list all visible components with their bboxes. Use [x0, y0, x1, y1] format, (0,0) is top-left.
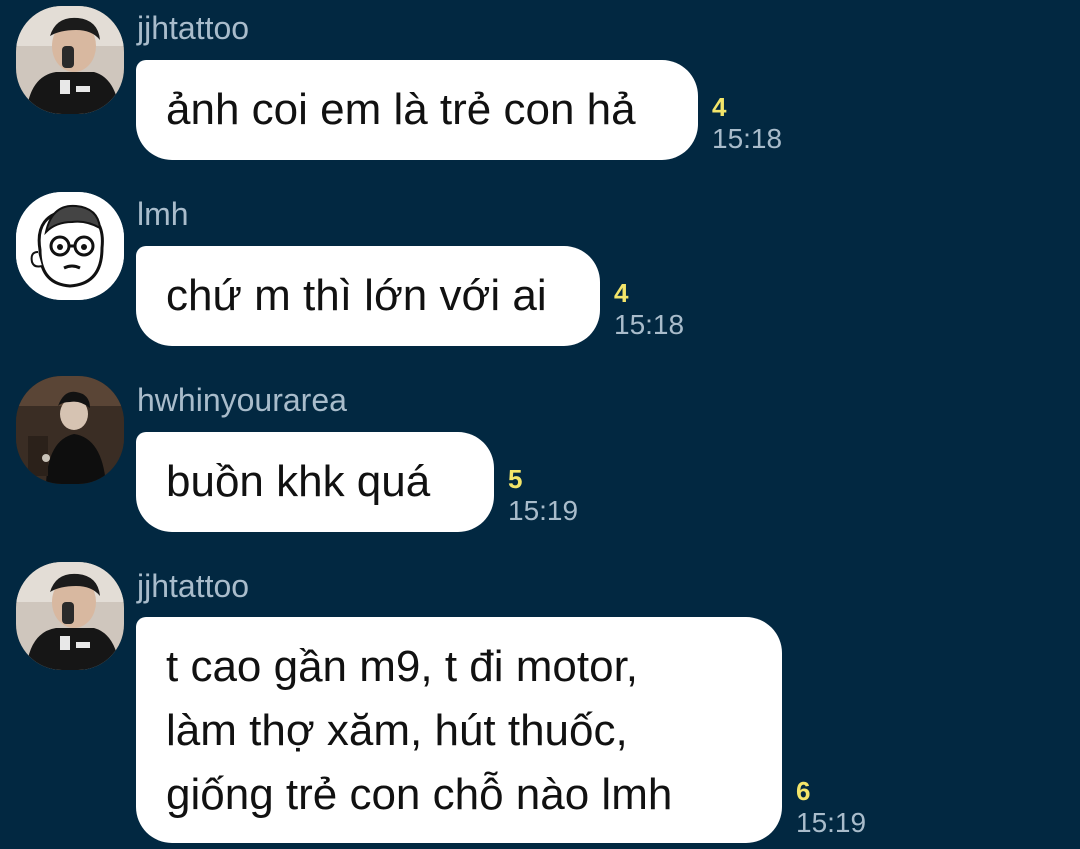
message-text: chứ m thì lớn với ai [166, 271, 547, 320]
avatar[interactable] [16, 562, 124, 670]
message-text-line: t cao gần m9, t đi motor, [166, 642, 639, 691]
profile-photo-icon [16, 376, 124, 484]
message-meta: 4 15:18 [712, 91, 782, 155]
message-text-line: làm thợ xăm, hút thuốc, [166, 706, 628, 755]
unread-count: 5 [508, 464, 523, 494]
sender-name: jjhtattoo [137, 10, 250, 46]
message-time: 15:18 [614, 309, 685, 340]
message-meta: 4 15:18 [614, 277, 684, 341]
sender-name: hwhinyourarea [137, 382, 347, 418]
sender-name: jjhtattoo [137, 568, 250, 604]
message-text: buồn khk quá [166, 457, 431, 506]
message-bubble[interactable]: chứ m thì lớn với ai [136, 246, 600, 346]
unread-count: 4 [614, 278, 629, 308]
message-bubble[interactable]: t cao gần m9, t đi motor, làm thợ xăm, h… [136, 617, 782, 843]
profile-photo-icon [16, 562, 124, 670]
unread-count: 4 [712, 92, 727, 122]
message-time: 15:18 [712, 123, 783, 154]
message-text-line: giống trẻ con chỗ nào lmh [166, 770, 673, 819]
avatar[interactable] [16, 376, 124, 484]
message-meta: 5 15:19 [508, 463, 578, 527]
sender-name: lmh [137, 196, 189, 232]
message-bubble[interactable]: ảnh coi em là trẻ con hả [136, 60, 698, 160]
avatar[interactable] [16, 6, 124, 114]
message-meta: 6 15:19 [796, 775, 866, 839]
profile-photo-icon [16, 6, 124, 114]
message-text: ảnh coi em là trẻ con hả [166, 85, 636, 134]
unread-count: 6 [796, 776, 811, 806]
cartoon-face-icon [16, 192, 124, 300]
message-time: 15:19 [508, 495, 579, 526]
avatar[interactable] [16, 192, 124, 300]
chat-message-list[interactable]: jjhtattoo ảnh coi em là trẻ con hả 4 15:… [0, 0, 1080, 849]
message-bubble[interactable]: buồn khk quá [136, 432, 494, 532]
message-time: 15:19 [796, 807, 867, 838]
